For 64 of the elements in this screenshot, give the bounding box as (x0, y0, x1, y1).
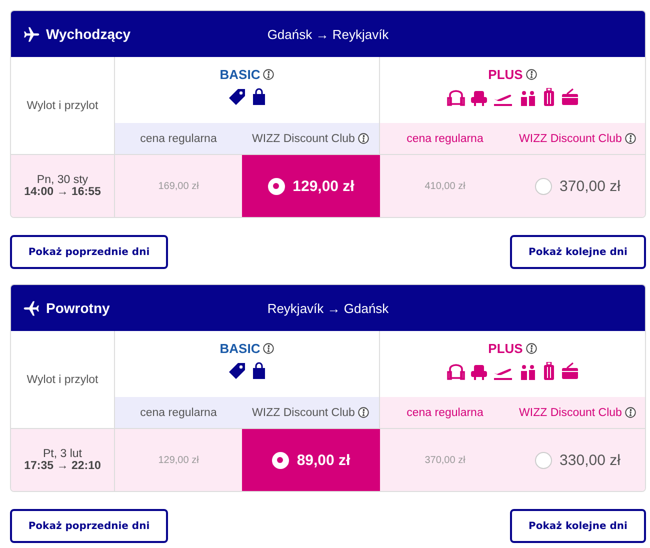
row-label: Wylot i przylot (26, 100, 98, 112)
club-price: 330,00 zł (560, 452, 620, 468)
flight-direction: Wychodzący (46, 26, 131, 42)
handbag-icon (560, 362, 578, 380)
tag-icon (228, 362, 246, 380)
price-label: cena regularna (406, 132, 484, 144)
row-label: Wylot i przylot (26, 374, 98, 386)
info-icon[interactable] (263, 343, 274, 354)
show-days-button[interactable]: Pokaż poprzednie dni (10, 509, 168, 543)
regular-price: 129,00 zł (158, 454, 199, 466)
route-text: Reykjavík → Gdańsk (266, 300, 390, 316)
seat-icon (446, 90, 464, 106)
armchair-icon (470, 364, 486, 380)
regular-price: 169,00 zł (158, 180, 199, 192)
bag-icon (252, 362, 266, 380)
info-icon[interactable] (358, 407, 369, 418)
tag-icon (228, 88, 246, 106)
fare-option[interactable]: 370,00 zł (510, 155, 645, 217)
seat-icon (446, 364, 464, 380)
info-icon[interactable] (526, 69, 537, 80)
club-price: 370,00 zł (560, 178, 620, 194)
price-label: cena regularna (406, 406, 484, 418)
people-icon (518, 364, 536, 380)
fare-name: PLUS (488, 341, 523, 356)
show-days-button[interactable]: Pokaż kolejne dni (510, 235, 646, 269)
bag-icon (252, 88, 266, 106)
info-icon[interactable] (526, 343, 537, 354)
flight-times: 14:00 → 16:55 (24, 186, 101, 198)
price-label: cena regularna (139, 132, 218, 144)
flight-date: Pt, 3 lut (43, 448, 82, 460)
price-label: WIZZ Discount Club (519, 406, 622, 418)
info-icon[interactable] (624, 407, 636, 418)
plane-icon (23, 300, 40, 316)
flight-direction: Powrotny (46, 300, 110, 316)
fare-option[interactable]: 89,00 zł (242, 429, 380, 491)
info-icon[interactable] (624, 133, 636, 144)
club-price: 89,00 zł (296, 452, 350, 468)
show-days-button[interactable]: Pokaż kolejne dni (510, 509, 646, 543)
price-label: WIZZ Discount Club (519, 132, 622, 144)
flight-date: Pn, 30 sty (36, 174, 88, 186)
club-price: 129,00 zł (292, 178, 354, 194)
price-label: WIZZ Discount Club (252, 132, 355, 144)
price-label: WIZZ Discount Club (252, 406, 355, 418)
fare-name: BASIC (220, 341, 260, 356)
fare-option[interactable]: 330,00 zł (510, 429, 645, 491)
show-days-button[interactable]: Pokaż poprzednie dni (10, 235, 168, 269)
plane-icon (23, 26, 40, 42)
info-icon[interactable] (263, 69, 274, 80)
regular-price: 370,00 zł (424, 454, 466, 466)
suitcase-icon (542, 88, 554, 106)
regular-price: 410,00 zł (424, 180, 466, 192)
radio-button[interactable] (534, 452, 552, 468)
handbag-icon (560, 88, 578, 106)
fare-name: BASIC (220, 67, 260, 82)
radio-button[interactable] (534, 178, 552, 194)
fare-option[interactable]: 129,00 zł (242, 155, 380, 217)
info-icon[interactable] (358, 133, 369, 144)
people-icon (518, 90, 536, 106)
armchair-icon (470, 90, 486, 106)
suitcase-icon (542, 362, 554, 380)
route-text: Gdańsk → Reykjavík (266, 26, 390, 42)
flight-times: 17:35 → 22:10 (24, 460, 101, 472)
price-label: cena regularna (139, 406, 218, 418)
fare-name: PLUS (488, 67, 523, 82)
